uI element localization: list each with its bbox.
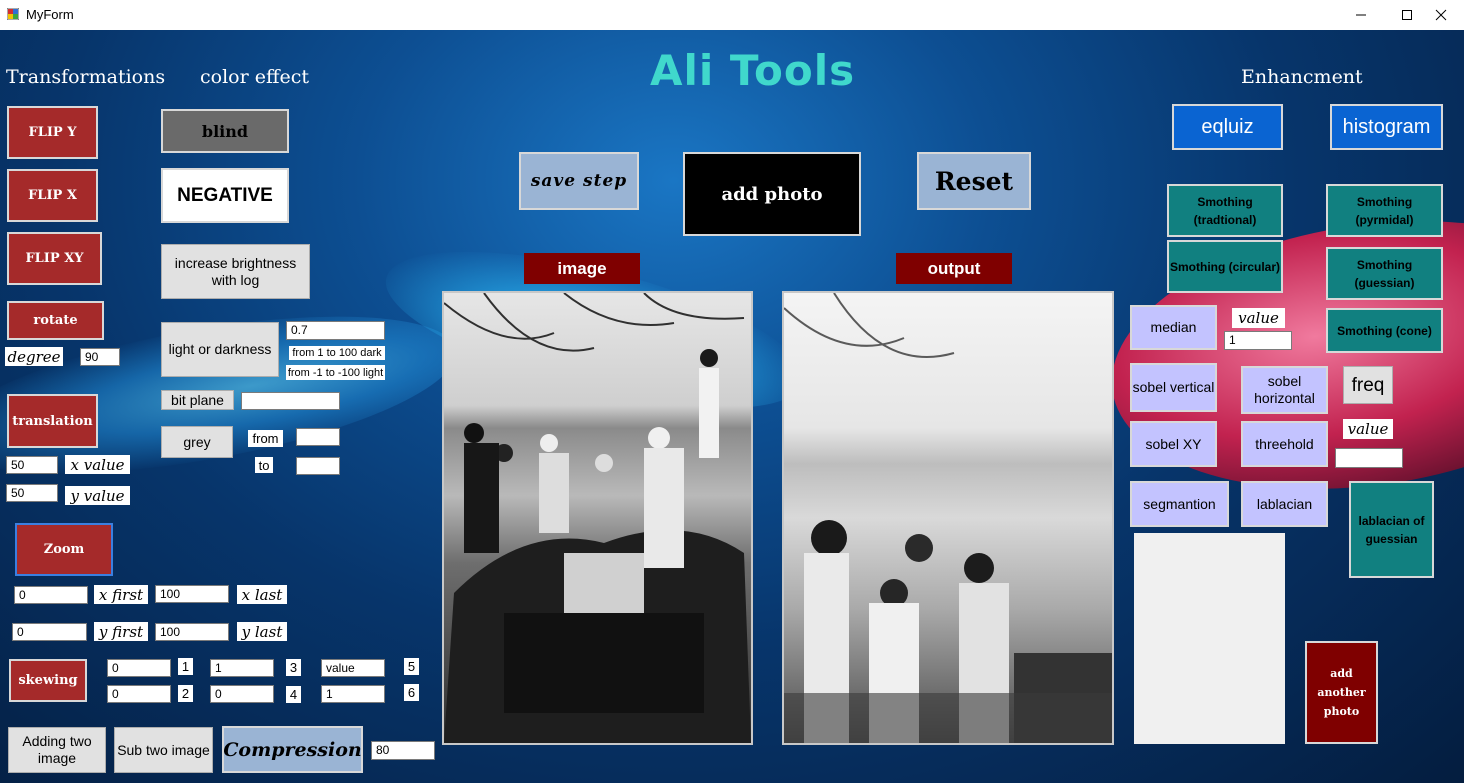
y-first-label: y first — [94, 622, 148, 641]
adding-two-image-button[interactable]: Adding two image — [8, 727, 106, 773]
y-value-input[interactable]: 50 — [6, 484, 58, 502]
close-button[interactable] — [1418, 0, 1464, 30]
x-first-input[interactable]: 0 — [14, 586, 88, 604]
skew-input-5[interactable]: value — [321, 659, 385, 677]
y-value-label: y value — [65, 486, 130, 505]
output-photo-graphic — [784, 293, 1112, 743]
enhancement-heading: Enhancment — [1241, 66, 1363, 88]
skew-label-6: 6 — [404, 684, 419, 701]
sobel-vertical-button[interactable]: sobel vertical — [1130, 363, 1217, 412]
skew-label-4: 4 — [286, 686, 301, 703]
to-label: to — [255, 457, 273, 473]
color-effect-heading: color effect — [200, 66, 309, 88]
flip-y-button[interactable]: FLIP Y — [7, 106, 98, 159]
smoothing-pyramidal-button[interactable]: Smothing (pyrmidal) — [1326, 184, 1443, 237]
y-last-input[interactable]: 100 — [155, 623, 229, 641]
image-label: image — [524, 253, 640, 284]
x-last-input[interactable]: 100 — [155, 585, 229, 603]
freq-value-label: value — [1343, 419, 1393, 439]
zoom-button[interactable]: Zoom — [15, 523, 113, 576]
minimize-icon — [1356, 14, 1366, 16]
smoothing-traditional-button[interactable]: Smothing (tradtional) — [1167, 184, 1283, 237]
skew-label-1: 1 — [178, 658, 193, 675]
laplacian-of-gaussian-button[interactable]: lablacian of guessian — [1349, 481, 1434, 578]
grey-button[interactable]: grey — [161, 426, 233, 458]
freq-value-input[interactable] — [1335, 448, 1403, 468]
blind-button[interactable]: blind — [161, 109, 289, 153]
sub-two-image-button[interactable]: Sub two image — [114, 727, 213, 773]
bit-plane-button[interactable]: bit plane — [161, 390, 234, 410]
maximize-icon — [1402, 10, 1412, 20]
skewing-button[interactable]: skewing — [9, 659, 87, 702]
x-value-label: x value — [65, 455, 130, 474]
compression-input[interactable]: 80 — [371, 741, 435, 760]
save-step-button[interactable]: save step — [519, 152, 639, 210]
x-first-label: x first — [94, 585, 148, 604]
skew-label-2: 2 — [178, 685, 193, 702]
negative-button[interactable]: NEGATIVE — [161, 168, 289, 223]
smoothing-gaussian-button[interactable]: Smothing (guessian) — [1326, 247, 1443, 300]
sobel-horizontal-button[interactable]: sobel horizontal — [1241, 366, 1328, 414]
skew-input-6[interactable]: 1 — [321, 685, 385, 703]
laplacian-button[interactable]: lablacian — [1241, 481, 1328, 527]
from-label: from — [248, 430, 283, 447]
from-input[interactable] — [296, 428, 340, 446]
skew-input-1[interactable]: 0 — [107, 659, 171, 677]
median-value-label: value — [1232, 308, 1285, 328]
median-value-input[interactable]: 1 — [1224, 331, 1292, 350]
y-first-input[interactable]: 0 — [12, 623, 87, 641]
light-darkness-button[interactable]: light or darkness — [161, 322, 279, 377]
dark-range-hint: from 1 to 100 dark — [289, 346, 385, 360]
increase-brightness-button[interactable]: increase brightness with log — [161, 244, 310, 299]
skew-input-2[interactable]: 0 — [107, 685, 171, 703]
flip-xy-button[interactable]: FLIP XY — [7, 232, 102, 285]
sobel-xy-button[interactable]: sobel XY — [1130, 421, 1217, 467]
flip-x-button[interactable]: FLIP X — [7, 169, 98, 222]
transformations-heading: Transformations — [6, 66, 166, 88]
reset-button[interactable]: Reset — [917, 152, 1031, 210]
minimize-button[interactable] — [1338, 0, 1384, 30]
input-photo-graphic — [444, 293, 751, 743]
output-image — [782, 291, 1114, 745]
add-another-photo-button[interactable]: add another photo — [1305, 641, 1378, 744]
second-image-box — [1134, 533, 1285, 744]
degree-input[interactable]: 90 — [80, 348, 120, 366]
skew-label-3: 3 — [286, 659, 301, 676]
x-last-label: x last — [237, 585, 287, 604]
bit-plane-input[interactable] — [241, 392, 340, 410]
x-value-input[interactable]: 50 — [6, 456, 58, 474]
histogram-button[interactable]: histogram — [1330, 104, 1443, 150]
rotate-button[interactable]: rotate — [7, 301, 104, 340]
median-button[interactable]: median — [1130, 305, 1217, 350]
add-photo-button[interactable]: add photo — [683, 152, 861, 236]
close-icon — [1435, 9, 1447, 21]
window-title: MyForm — [26, 7, 74, 22]
smoothing-cone-button[interactable]: Smothing (cone) — [1326, 308, 1443, 353]
segmentation-button[interactable]: segmantion — [1130, 481, 1229, 527]
form-client-area: Transformations color effect Enhancment … — [0, 30, 1464, 783]
app-icon — [7, 8, 19, 20]
input-image — [442, 291, 753, 745]
skew-input-3[interactable]: 1 — [210, 659, 274, 677]
y-last-label: y last — [237, 622, 287, 641]
degree-label: degree — [5, 347, 63, 366]
skew-input-4[interactable]: 0 — [210, 685, 274, 703]
freq-button[interactable]: freq — [1343, 366, 1393, 404]
threshold-button[interactable]: threehold — [1241, 421, 1328, 467]
light-darkness-input[interactable]: 0.7 — [286, 321, 385, 340]
light-range-hint: from -1 to -100 light — [286, 365, 385, 380]
translation-button[interactable]: translation — [7, 394, 98, 448]
title-bar: MyForm — [0, 0, 1464, 30]
skew-label-5: 5 — [404, 658, 419, 675]
app-title: Ali Tools — [650, 46, 856, 95]
to-input[interactable] — [296, 457, 340, 475]
compression-button[interactable]: Compression — [222, 726, 363, 773]
smoothing-circular-button[interactable]: Smothing (circular) — [1167, 240, 1283, 293]
equalize-button[interactable]: eqluiz — [1172, 104, 1283, 150]
output-label: output — [896, 253, 1012, 284]
